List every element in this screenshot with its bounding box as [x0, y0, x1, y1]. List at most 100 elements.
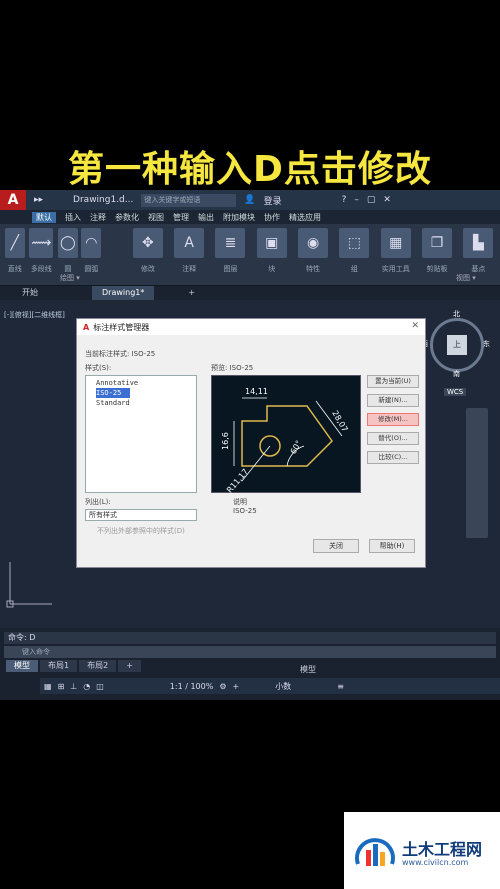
tab-layout2[interactable]: 布局2 [79, 660, 117, 672]
video-caption: 第一种输入D点击修改 [68, 149, 432, 190]
minimize-icon[interactable]: – [354, 195, 359, 205]
layout-tabs: 模型 布局1 布局2 + [6, 660, 143, 672]
list-item-selected[interactable]: ISO-25 [96, 388, 130, 398]
draw-panel-label[interactable]: 绘图 ▾ [60, 273, 80, 283]
compass-east[interactable]: 东 [483, 339, 490, 349]
layers-icon: ≣ [215, 228, 246, 258]
dialog-buttons: 置为当前(U) 新建(N)... 修改(M)... 替代(O)... 比较(C)… [367, 375, 419, 470]
compare-button[interactable]: 比较(C)... [367, 451, 419, 464]
title-bar: A ▸▸ Drawing1.d... 键入关键字或短语 👤 登录 ? – ▢ ✕ [0, 190, 500, 210]
move-icon: ✥ [132, 228, 163, 258]
list-filter-select[interactable]: 所有样式 [85, 509, 197, 521]
polyline-tool[interactable]: ⟿ 多段线 [28, 228, 55, 274]
modify-button[interactable]: 修改(M)... [367, 413, 419, 426]
help-button[interactable]: 帮助(H) [369, 539, 415, 553]
user-icon[interactable]: 👤 [244, 195, 255, 205]
menu-icon[interactable]: ≡ [337, 682, 344, 691]
block-panel[interactable]: ▣ 块 [254, 228, 289, 274]
block-icon: ▣ [256, 228, 287, 258]
dim-left: 16,6 [221, 432, 230, 450]
clipboard-icon: ❐ [422, 228, 453, 258]
set-current-button[interactable]: 置为当前(U) [367, 375, 419, 388]
tab-layout1[interactable]: 布局1 [40, 660, 78, 672]
tab-model[interactable]: 模型 [6, 660, 38, 672]
units-select[interactable]: 小数 [275, 681, 291, 692]
menu-default[interactable]: 默认 [32, 211, 56, 223]
ortho-icon[interactable]: ⊥ [70, 682, 77, 691]
basepoint-panel[interactable]: ▙ 基点 [461, 228, 496, 274]
menu-annotate[interactable]: 注释 [90, 212, 106, 223]
utilities-panel[interactable]: ▦ 实用工具 [378, 228, 413, 274]
styles-list[interactable]: Annotative ISO-25 Standard [85, 375, 197, 493]
layers-panel[interactable]: ≣ 图层 [213, 228, 248, 274]
add-layout-button[interactable]: + [118, 660, 141, 672]
tab-start[interactable]: 开始 [12, 286, 48, 300]
autocad-logo-icon[interactable]: A [0, 190, 26, 210]
current-style-label: 当前标注样式: ISO-25 [85, 350, 156, 358]
menu-output[interactable]: 输出 [198, 212, 214, 223]
close-icon[interactable]: ✕ [383, 195, 391, 205]
new-tab-button[interactable]: + [178, 286, 205, 300]
autocad-small-icon: A [83, 322, 90, 332]
menu-parametric[interactable]: 参数化 [115, 212, 139, 223]
ribbon-tabs: 默认 插入 注释 参数化 视图 管理 输出 附加模块 协作 精选应用 [0, 210, 500, 224]
list-item[interactable]: Standard [88, 398, 194, 408]
bottom-area: 命令: D 键入命令 模型 布局1 布局2 + ▦ ⊞ ⊥ ◔ ◫ 1:1 / … [0, 628, 500, 700]
viewcube-top[interactable]: 上 [447, 335, 467, 355]
compass-south[interactable]: 南 [453, 369, 460, 379]
compass-north[interactable]: 北 [453, 309, 460, 319]
clipboard-panel[interactable]: ❐ 剪贴板 [419, 228, 454, 274]
wcs-menu[interactable]: WCS [444, 388, 467, 396]
xref-checkbox-label[interactable]: 不列出外部参照中的样式(D) [97, 526, 185, 536]
maximize-icon[interactable]: ▢ [367, 195, 376, 205]
close-button[interactable]: 关闭 [313, 539, 359, 553]
list-item[interactable]: Annotative [88, 378, 194, 388]
sign-in-link[interactable]: 登录 [264, 194, 282, 207]
properties-panel[interactable]: ◉ 特性 [295, 228, 330, 274]
command-input[interactable]: 键入命令 [4, 646, 496, 658]
snap-icon[interactable]: ⊞ [58, 682, 65, 691]
ucs-icon [6, 562, 52, 608]
menu-addins[interactable]: 附加模块 [223, 212, 255, 223]
viewport-label[interactable]: [-][俯视][二维线框] [4, 310, 65, 320]
new-button[interactable]: 新建(N)... [367, 394, 419, 407]
view-panel-label[interactable]: 视图 ▾ [456, 273, 476, 283]
menu-manage[interactable]: 管理 [173, 212, 189, 223]
menu-collaborate[interactable]: 协作 [264, 212, 280, 223]
file-name: Drawing1.d... [73, 195, 134, 205]
polar-icon[interactable]: ◔ [83, 682, 90, 691]
basepoint-icon: ▙ [463, 228, 494, 258]
circle-tool[interactable]: ◯ 圆 [57, 228, 79, 274]
menu-featured[interactable]: 精选应用 [289, 212, 321, 223]
arc-tool[interactable]: ◠ 圆弧 [81, 228, 103, 274]
list-label: 列出(L): [85, 498, 111, 506]
help-icon[interactable]: ? [342, 195, 347, 205]
group-panel[interactable]: ⬚ 组 [337, 228, 372, 274]
plus-icon[interactable]: + [232, 682, 239, 691]
modify-panel[interactable]: ✥ 修改 [130, 228, 165, 274]
osnap-icon[interactable]: ◫ [96, 682, 104, 691]
grid-icon[interactable]: ▦ [44, 682, 52, 691]
override-button[interactable]: 替代(O)... [367, 432, 419, 445]
navigation-bar[interactable] [466, 408, 488, 538]
line-icon: ╱ [4, 228, 25, 258]
menu-view[interactable]: 视图 [148, 212, 164, 223]
tab-drawing1[interactable]: Drawing1* [92, 286, 155, 300]
annotation-panel[interactable]: A 注释 [172, 228, 207, 274]
text-icon: A [174, 228, 205, 258]
annotation-scale[interactable]: 1:1 / 100% [170, 682, 214, 691]
menu-insert[interactable]: 插入 [65, 212, 81, 223]
document-tabs: 开始 Drawing1* + [0, 286, 500, 300]
search-input[interactable]: 键入关键字或短语 [141, 193, 237, 207]
watermark: 土木工程网 www.civilcn.com [344, 812, 500, 889]
gear-icon[interactable]: ⚙ [219, 682, 226, 691]
arc-icon: ◠ [81, 228, 102, 258]
line-tool[interactable]: ╱ 直线 [4, 228, 26, 274]
model-space-toggle[interactable]: 模型 [300, 664, 316, 675]
properties-icon: ◉ [298, 228, 329, 258]
circle-icon: ◯ [57, 228, 78, 258]
viewcube[interactable]: 北 南 东 西 上 [421, 310, 490, 378]
polyline-icon: ⟿ [29, 228, 54, 258]
close-icon[interactable]: ✕ [411, 321, 419, 331]
quick-access-toggle[interactable]: ▸▸ [34, 195, 43, 205]
